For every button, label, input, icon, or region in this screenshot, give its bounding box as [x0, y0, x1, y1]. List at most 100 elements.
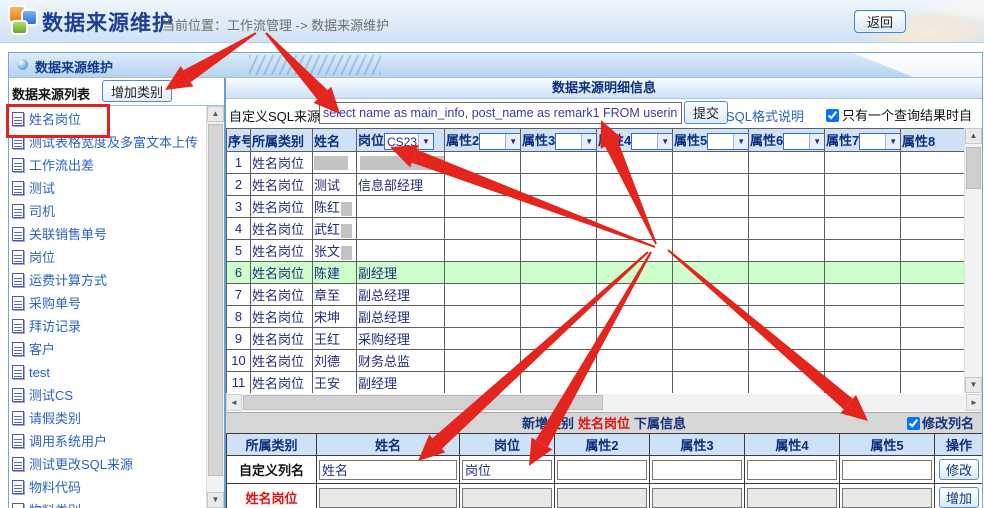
row-index[interactable]: 8: [227, 306, 251, 328]
attr-cell[interactable]: [673, 284, 749, 306]
row-category[interactable]: 姓名岗位: [251, 218, 313, 240]
attr-cell[interactable]: [825, 372, 901, 394]
attr4-filter-select[interactable]: ▼: [631, 133, 672, 150]
sidebar-item[interactable]: 测试CS: [11, 384, 205, 407]
attr-cell[interactable]: [673, 174, 749, 196]
row-index[interactable]: 2: [227, 174, 251, 196]
attr-cell[interactable]: [901, 174, 967, 196]
attr-cell[interactable]: [901, 284, 967, 306]
attr-cell[interactable]: [445, 152, 521, 174]
row-post[interactable]: 副经理: [357, 262, 445, 284]
sql-format-help-link[interactable]: SQL格式说明: [726, 106, 804, 125]
post-filter-select[interactable]: CS23▼: [384, 133, 434, 150]
table-row[interactable]: 4 姓名岗位 武红: [227, 218, 967, 240]
table-row[interactable]: 7 姓名岗位 章至 副总经理: [227, 284, 967, 306]
custom-attr4-input[interactable]: [747, 460, 837, 480]
attr-cell[interactable]: [825, 306, 901, 328]
row-post[interactable]: 财务总监: [357, 350, 445, 372]
attr-cell[interactable]: [597, 372, 673, 394]
row-name[interactable]: 王安: [313, 372, 357, 394]
row-index[interactable]: 6: [227, 262, 251, 284]
attr-cell[interactable]: [521, 284, 597, 306]
grid-horizontal-scrollbar[interactable]: ◄ ►: [226, 394, 982, 411]
row-index[interactable]: 11: [227, 372, 251, 394]
sql-input[interactable]: [319, 102, 682, 124]
attr-cell[interactable]: [749, 218, 825, 240]
table-row[interactable]: 2 姓名岗位 测试 信息部经理: [227, 174, 967, 196]
add-button[interactable]: 增加: [939, 487, 979, 508]
attr-cell[interactable]: [521, 350, 597, 372]
attr-cell[interactable]: [521, 262, 597, 284]
row-name[interactable]: 章至: [313, 284, 357, 306]
attr-cell[interactable]: [445, 240, 521, 262]
attr-cell[interactable]: [901, 372, 967, 394]
table-row[interactable]: 10 姓名岗位 刘德 财务总监: [227, 350, 967, 372]
scrollbar-thumb[interactable]: [966, 147, 981, 189]
attr-cell[interactable]: [749, 328, 825, 350]
row-name[interactable]: 张文: [313, 240, 357, 262]
sidebar-item[interactable]: 岗位: [11, 246, 205, 269]
scrollbar-thumb[interactable]: [208, 124, 223, 476]
row-name[interactable]: 王红: [313, 328, 357, 350]
new-attr2-input[interactable]: [557, 488, 647, 508]
scroll-right-icon[interactable]: ►: [966, 394, 982, 411]
attr-cell[interactable]: [825, 152, 901, 174]
row-index[interactable]: 1: [227, 152, 251, 174]
attr-cell[interactable]: [445, 262, 521, 284]
attr-cell[interactable]: [749, 306, 825, 328]
row-category[interactable]: 姓名岗位: [251, 372, 313, 394]
row-index[interactable]: 7: [227, 284, 251, 306]
attr-cell[interactable]: [825, 328, 901, 350]
attr-cell[interactable]: [597, 174, 673, 196]
sidebar-item[interactable]: 客户: [11, 338, 205, 361]
sidebar-item[interactable]: 拜访记录: [11, 315, 205, 338]
attr-cell[interactable]: [445, 174, 521, 196]
attr-cell[interactable]: [673, 240, 749, 262]
attr-cell[interactable]: [749, 372, 825, 394]
sidebar-item[interactable]: 物料类别: [11, 499, 205, 508]
attr-cell[interactable]: [901, 218, 967, 240]
attr6-filter-select[interactable]: ▼: [783, 133, 824, 150]
attr-cell[interactable]: [673, 372, 749, 394]
grid-vertical-scrollbar[interactable]: ▲ ▼: [964, 128, 982, 393]
table-row[interactable]: 5 姓名岗位 张文: [227, 240, 967, 262]
row-post[interactable]: 副总经理: [357, 284, 445, 306]
submit-button[interactable]: 提交: [684, 101, 728, 124]
attr-cell[interactable]: [673, 306, 749, 328]
attr-cell[interactable]: [521, 152, 597, 174]
rename-columns-checkbox[interactable]: [907, 417, 920, 430]
attr-cell[interactable]: [901, 262, 967, 284]
row-index[interactable]: 3: [227, 196, 251, 218]
scroll-left-icon[interactable]: ◄: [226, 394, 242, 411]
custom-attr5-input[interactable]: [842, 460, 932, 480]
attr-cell[interactable]: [445, 350, 521, 372]
attr-cell[interactable]: [445, 196, 521, 218]
attr-cell[interactable]: [521, 196, 597, 218]
attr-cell[interactable]: [597, 240, 673, 262]
table-row[interactable]: 9 姓名岗位 王红 采购经理: [227, 328, 967, 350]
attr-cell[interactable]: [597, 350, 673, 372]
attr-cell[interactable]: [901, 240, 967, 262]
attr-cell[interactable]: [597, 306, 673, 328]
row-category[interactable]: 姓名岗位: [251, 306, 313, 328]
row-index[interactable]: 9: [227, 328, 251, 350]
attr-cell[interactable]: [825, 284, 901, 306]
row-name[interactable]: 陈建: [313, 262, 357, 284]
row-post[interactable]: [357, 240, 445, 262]
add-category-button[interactable]: 增加类别: [102, 80, 172, 102]
attr-cell[interactable]: [749, 240, 825, 262]
attr7-filter-select[interactable]: ▼: [859, 133, 900, 150]
sidebar-item[interactable]: test: [11, 361, 205, 384]
row-category[interactable]: 姓名岗位: [251, 174, 313, 196]
attr-cell[interactable]: [825, 218, 901, 240]
attr-cell[interactable]: [825, 262, 901, 284]
attr-cell[interactable]: [825, 350, 901, 372]
custom-attr2-input[interactable]: [557, 460, 647, 480]
row-category[interactable]: 姓名岗位: [251, 284, 313, 306]
sidebar-item[interactable]: 采购单号: [11, 292, 205, 315]
new-name-input[interactable]: [319, 488, 457, 508]
autofill-checkbox[interactable]: [826, 109, 839, 122]
attr-cell[interactable]: [901, 152, 967, 174]
new-post-input[interactable]: [462, 488, 552, 508]
attr-cell[interactable]: [445, 306, 521, 328]
